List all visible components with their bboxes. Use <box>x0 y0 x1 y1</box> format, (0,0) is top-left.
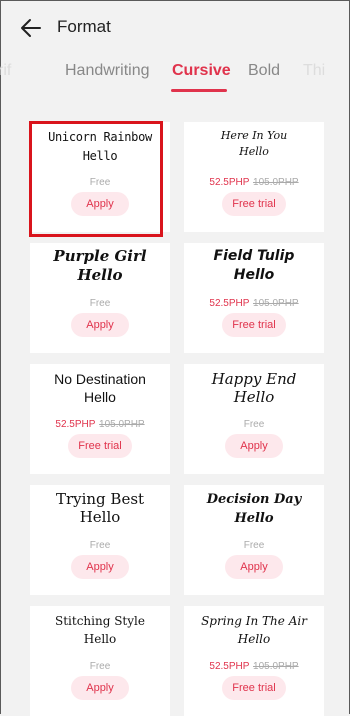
apply-button[interactable]: Apply <box>225 555 283 579</box>
font-category-tabs: rif Handwriting Cursive Bold Thi <box>0 56 350 94</box>
free-trial-button[interactable]: Free trial <box>222 192 286 216</box>
font-sample: No Destination Hello <box>54 371 146 405</box>
price-label: Free <box>243 540 265 551</box>
free-trial-button[interactable]: Free trial <box>68 434 132 458</box>
font-sample: Happy End Hello <box>211 370 297 406</box>
price-label: Free <box>89 661 111 672</box>
font-sample: Trying Best Hello <box>55 490 145 526</box>
apply-button[interactable]: Apply <box>71 676 129 700</box>
tab-cursive[interactable]: Cursive <box>172 62 231 80</box>
font-card-trying-best[interactable]: Trying Best Hello Free Apply <box>30 485 170 595</box>
price-label: Free <box>243 419 265 430</box>
font-card-decision-day[interactable]: Decision Day Hello Free Apply <box>184 485 324 595</box>
free-trial-button[interactable]: Free trial <box>222 313 286 337</box>
font-sample: Field Tulip Hello <box>213 248 295 283</box>
price-label: Free <box>89 540 111 551</box>
font-card-happy-end[interactable]: Happy End Hello Free Apply <box>184 364 324 474</box>
back-arrow-icon[interactable] <box>18 16 44 40</box>
apply-button[interactable]: Apply <box>71 313 129 337</box>
selection-highlight-box <box>29 121 163 237</box>
apply-button[interactable]: Apply <box>71 555 129 579</box>
font-sample: Here In You Hello <box>220 129 288 158</box>
free-trial-button[interactable]: Free trial <box>222 676 286 700</box>
price-label: 52.5PHP 105.0PHP <box>209 661 299 672</box>
font-card-here-in-you[interactable]: Here In You Hello 52.5PHP 105.0PHP Free t… <box>184 122 324 232</box>
font-card-field-tulip[interactable]: Field Tulip Hello 52.5PHP 105.0PHP Free t… <box>184 243 324 353</box>
price-label: 52.5PHP 105.0PHP <box>55 419 145 430</box>
active-tab-indicator <box>171 89 227 92</box>
font-sample: Decision Day Hello <box>206 492 302 526</box>
font-card-stitching-style[interactable]: Stitching Style Hello Free Apply <box>30 606 170 716</box>
font-card-purple-girl[interactable]: Purple Girl Hello Free Apply <box>30 243 170 353</box>
tab-serif[interactable]: rif <box>0 62 11 80</box>
tab-bold[interactable]: Bold <box>248 62 280 80</box>
font-card-no-destination[interactable]: No Destination Hello 52.5PHP 105.0PHP Fre… <box>30 364 170 474</box>
page-title: Format <box>57 17 111 36</box>
price-label: 52.5PHP 105.0PHP <box>209 177 299 188</box>
apply-button[interactable]: Apply <box>225 434 283 458</box>
price-label: Free <box>89 298 111 309</box>
tab-handwriting[interactable]: Handwriting <box>65 62 149 80</box>
price-label: 52.5PHP 105.0PHP <box>209 298 299 309</box>
tab-thin[interactable]: Thi <box>303 62 325 80</box>
font-card-spring-in-the-air[interactable]: Spring In The Air Hello 52.5PHP 105.0PHP … <box>184 606 324 716</box>
font-sample: Stitching Style Hello <box>55 614 145 646</box>
font-sample: Purple Girl Hello <box>53 247 147 284</box>
top-bar: Format <box>0 0 350 56</box>
font-sample: Spring In The Air Hello <box>201 614 307 646</box>
